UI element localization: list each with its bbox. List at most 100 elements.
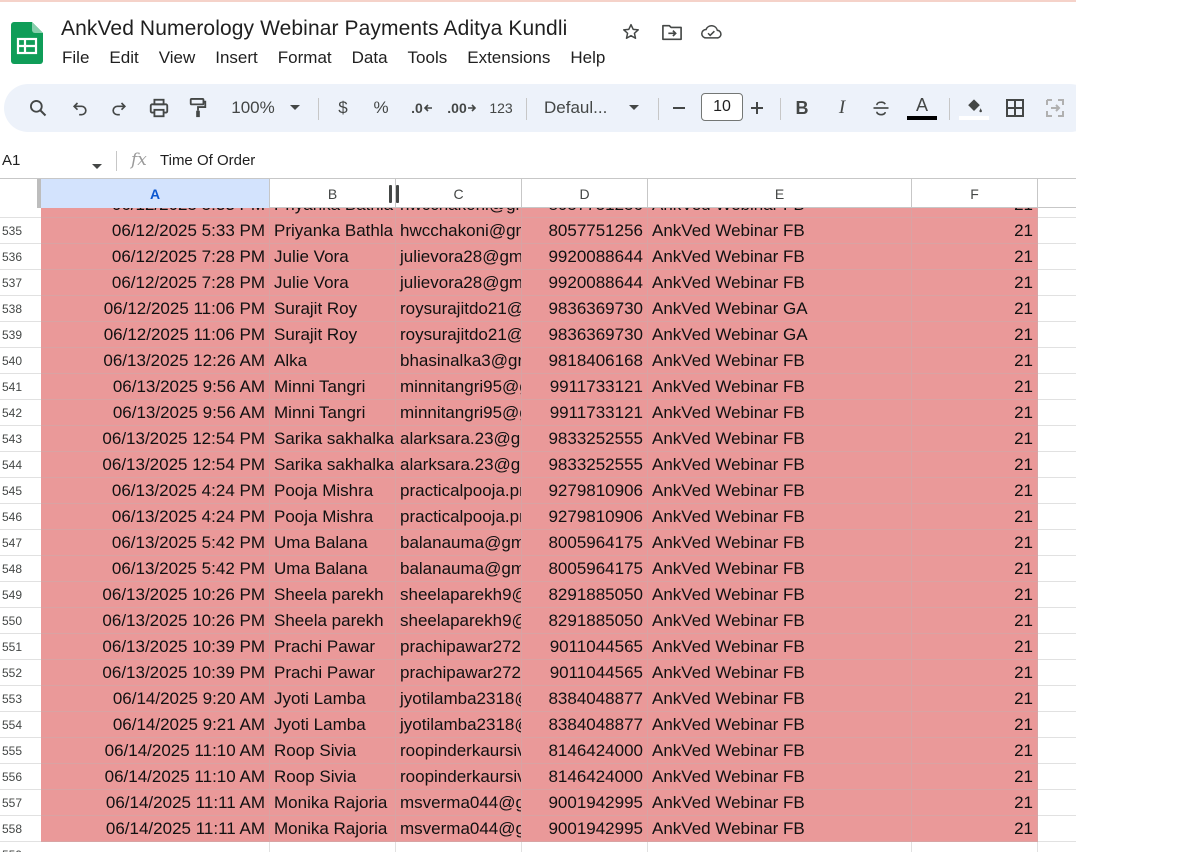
row-header[interactable]: 550 [0, 608, 41, 634]
cell-d[interactable]: 9836369730 [522, 322, 648, 348]
cell-b[interactable]: Sarika sakhalkar [270, 426, 396, 452]
cell-a[interactable]: 06/12/2025 7:28 PM [41, 270, 270, 296]
cell-e[interactable]: AnkVed Webinar FB [648, 764, 912, 790]
cell-a[interactable]: 06/14/2025 11:10 AM [41, 764, 270, 790]
column-header-c[interactable]: C [396, 179, 522, 208]
cell-d[interactable]: 9279810906 [522, 504, 648, 530]
cell-c[interactable]: prachipawar272( [396, 634, 522, 660]
cell-a[interactable]: 06/14/2025 9:20 AM [41, 686, 270, 712]
cell-a[interactable]: 06/14/2025 11:11 AM [41, 816, 270, 842]
cell-b[interactable]: Sheela parekh [270, 582, 396, 608]
row-header[interactable]: 541 [0, 374, 41, 400]
cell-c[interactable]: minnitangri95@g [396, 400, 522, 426]
row-header[interactable] [0, 208, 41, 218]
empty-cell[interactable] [1038, 504, 1076, 530]
cell-a[interactable]: 06/12/2025 5:33 PM [41, 218, 270, 244]
cell-c[interactable]: roopinderkaursiv [396, 764, 522, 790]
font-size-input[interactable]: 10 [701, 93, 743, 121]
cell-c[interactable]: practicalpooja.pr [396, 504, 522, 530]
cell-a[interactable]: 06/13/2025 9:56 AM [41, 400, 270, 426]
cell-c[interactable]: balanauma@gm [396, 530, 522, 556]
cell-d[interactable]: 8291885050 [522, 608, 648, 634]
row-header[interactable]: 538 [0, 296, 41, 322]
cell-e[interactable]: AnkVed Webinar FB [648, 634, 912, 660]
google-sheets-logo-icon[interactable] [11, 22, 43, 64]
cell-f[interactable]: 21 [912, 530, 1038, 556]
cell-a[interactable]: 06/12/2025 11:06 PM [41, 296, 270, 322]
row-header[interactable]: 537 [0, 270, 41, 296]
empty-cell[interactable] [1038, 374, 1076, 400]
cell-b[interactable]: Uma Balana [270, 556, 396, 582]
row-header[interactable]: 540 [0, 348, 41, 374]
cell-d[interactable]: 9001942995 [522, 790, 648, 816]
menu-tools[interactable]: Tools [398, 46, 458, 72]
text-color-button[interactable]: A [906, 93, 938, 123]
cell-e[interactable]: AnkVed Webinar FB [648, 608, 912, 634]
row-header[interactable]: 548 [0, 556, 41, 582]
cell-a[interactable]: 06/13/2025 12:54 PM [41, 452, 270, 478]
name-box-dropdown-icon[interactable] [91, 158, 103, 176]
cell-d[interactable]: 8146424000 [522, 764, 648, 790]
cell-d[interactable]: 9279810906 [522, 478, 648, 504]
cell-b[interactable]: Surajit Roy [270, 322, 396, 348]
cell-c[interactable]: minnitangri95@g [396, 374, 522, 400]
cell-b[interactable]: Alka [270, 348, 396, 374]
cell-b[interactable]: Prachi Pawar [270, 634, 396, 660]
cell-f[interactable]: 21 [912, 634, 1038, 660]
empty-cell[interactable] [1038, 478, 1076, 504]
row-header[interactable]: 535 [0, 218, 41, 244]
increase-decimal-button[interactable]: .00 [446, 93, 478, 123]
row-header[interactable]: 551 [0, 634, 41, 660]
cell-c[interactable]: hwcchakoni@gm [396, 208, 522, 218]
cell-d[interactable]: 9911733121 [522, 400, 648, 426]
empty-cell[interactable] [1038, 582, 1076, 608]
cell-e[interactable]: AnkVed Webinar FB [648, 426, 912, 452]
cell-a[interactable]: 06/14/2025 9:21 AM [41, 712, 270, 738]
increase-font-size-icon[interactable] [746, 93, 768, 123]
cell-c[interactable]: jyotilamba2318@ [396, 686, 522, 712]
cell-a[interactable]: 06/13/2025 10:39 PM [41, 660, 270, 686]
zoom-select[interactable]: 100% [226, 93, 280, 123]
cell-f[interactable]: 21 [912, 348, 1038, 374]
cell-a[interactable]: 06/13/2025 4:24 PM [41, 478, 270, 504]
cell-b[interactable]: Priyanka Bathla [270, 218, 396, 244]
redo-icon[interactable] [105, 93, 133, 123]
row-header[interactable]: 545 [0, 478, 41, 504]
cell-b[interactable]: Monika Rajoria [270, 816, 396, 842]
column-header-e[interactable]: E [648, 179, 912, 208]
cell-a[interactable]: 06/13/2025 10:26 PM [41, 608, 270, 634]
cell-b[interactable]: Prachi Pawar [270, 660, 396, 686]
strikethrough-icon[interactable] [868, 93, 894, 123]
cell-a[interactable]: 06/12/2025 5:33 PM [41, 208, 270, 218]
cell-b[interactable]: Priyanka Bathla [270, 208, 396, 218]
row-header[interactable]: 559 [0, 842, 41, 852]
empty-cell[interactable] [41, 842, 270, 852]
cell-b[interactable]: Jyoti Lamba [270, 686, 396, 712]
cell-c[interactable]: msverma044@g [396, 790, 522, 816]
cell-a[interactable]: 06/13/2025 4:24 PM [41, 504, 270, 530]
cell-f[interactable]: 21 [912, 504, 1038, 530]
cell-f[interactable]: 21 [912, 660, 1038, 686]
cell-b[interactable]: Surajit Roy [270, 296, 396, 322]
font-family-select[interactable]: Defaul... [544, 93, 616, 123]
row-header[interactable]: 554 [0, 712, 41, 738]
cell-b[interactable]: Sarika sakhalkar [270, 452, 396, 478]
empty-cell[interactable] [1038, 426, 1076, 452]
cell-f[interactable]: 21 [912, 764, 1038, 790]
cell-f[interactable]: 21 [912, 816, 1038, 842]
cell-f[interactable]: 21 [912, 738, 1038, 764]
column-header-a[interactable]: A [41, 179, 270, 208]
cell-c[interactable]: julievora28@gm [396, 270, 522, 296]
row-header[interactable]: 556 [0, 764, 41, 790]
cell-d[interactable]: 9833252555 [522, 426, 648, 452]
cell-e[interactable]: AnkVed Webinar FB [648, 790, 912, 816]
merge-cells-icon[interactable] [1042, 93, 1068, 123]
cell-a[interactable]: 06/13/2025 12:26 AM [41, 348, 270, 374]
paint-format-icon[interactable] [184, 93, 212, 123]
cell-c[interactable]: roysurajitdo21@ [396, 296, 522, 322]
cell-b[interactable]: Roop Sivia [270, 738, 396, 764]
column-header-b[interactable]: B [270, 179, 396, 208]
cloud-saved-icon[interactable] [700, 21, 722, 43]
cell-f[interactable]: 21 [912, 790, 1038, 816]
cell-b[interactable]: Roop Sivia [270, 764, 396, 790]
